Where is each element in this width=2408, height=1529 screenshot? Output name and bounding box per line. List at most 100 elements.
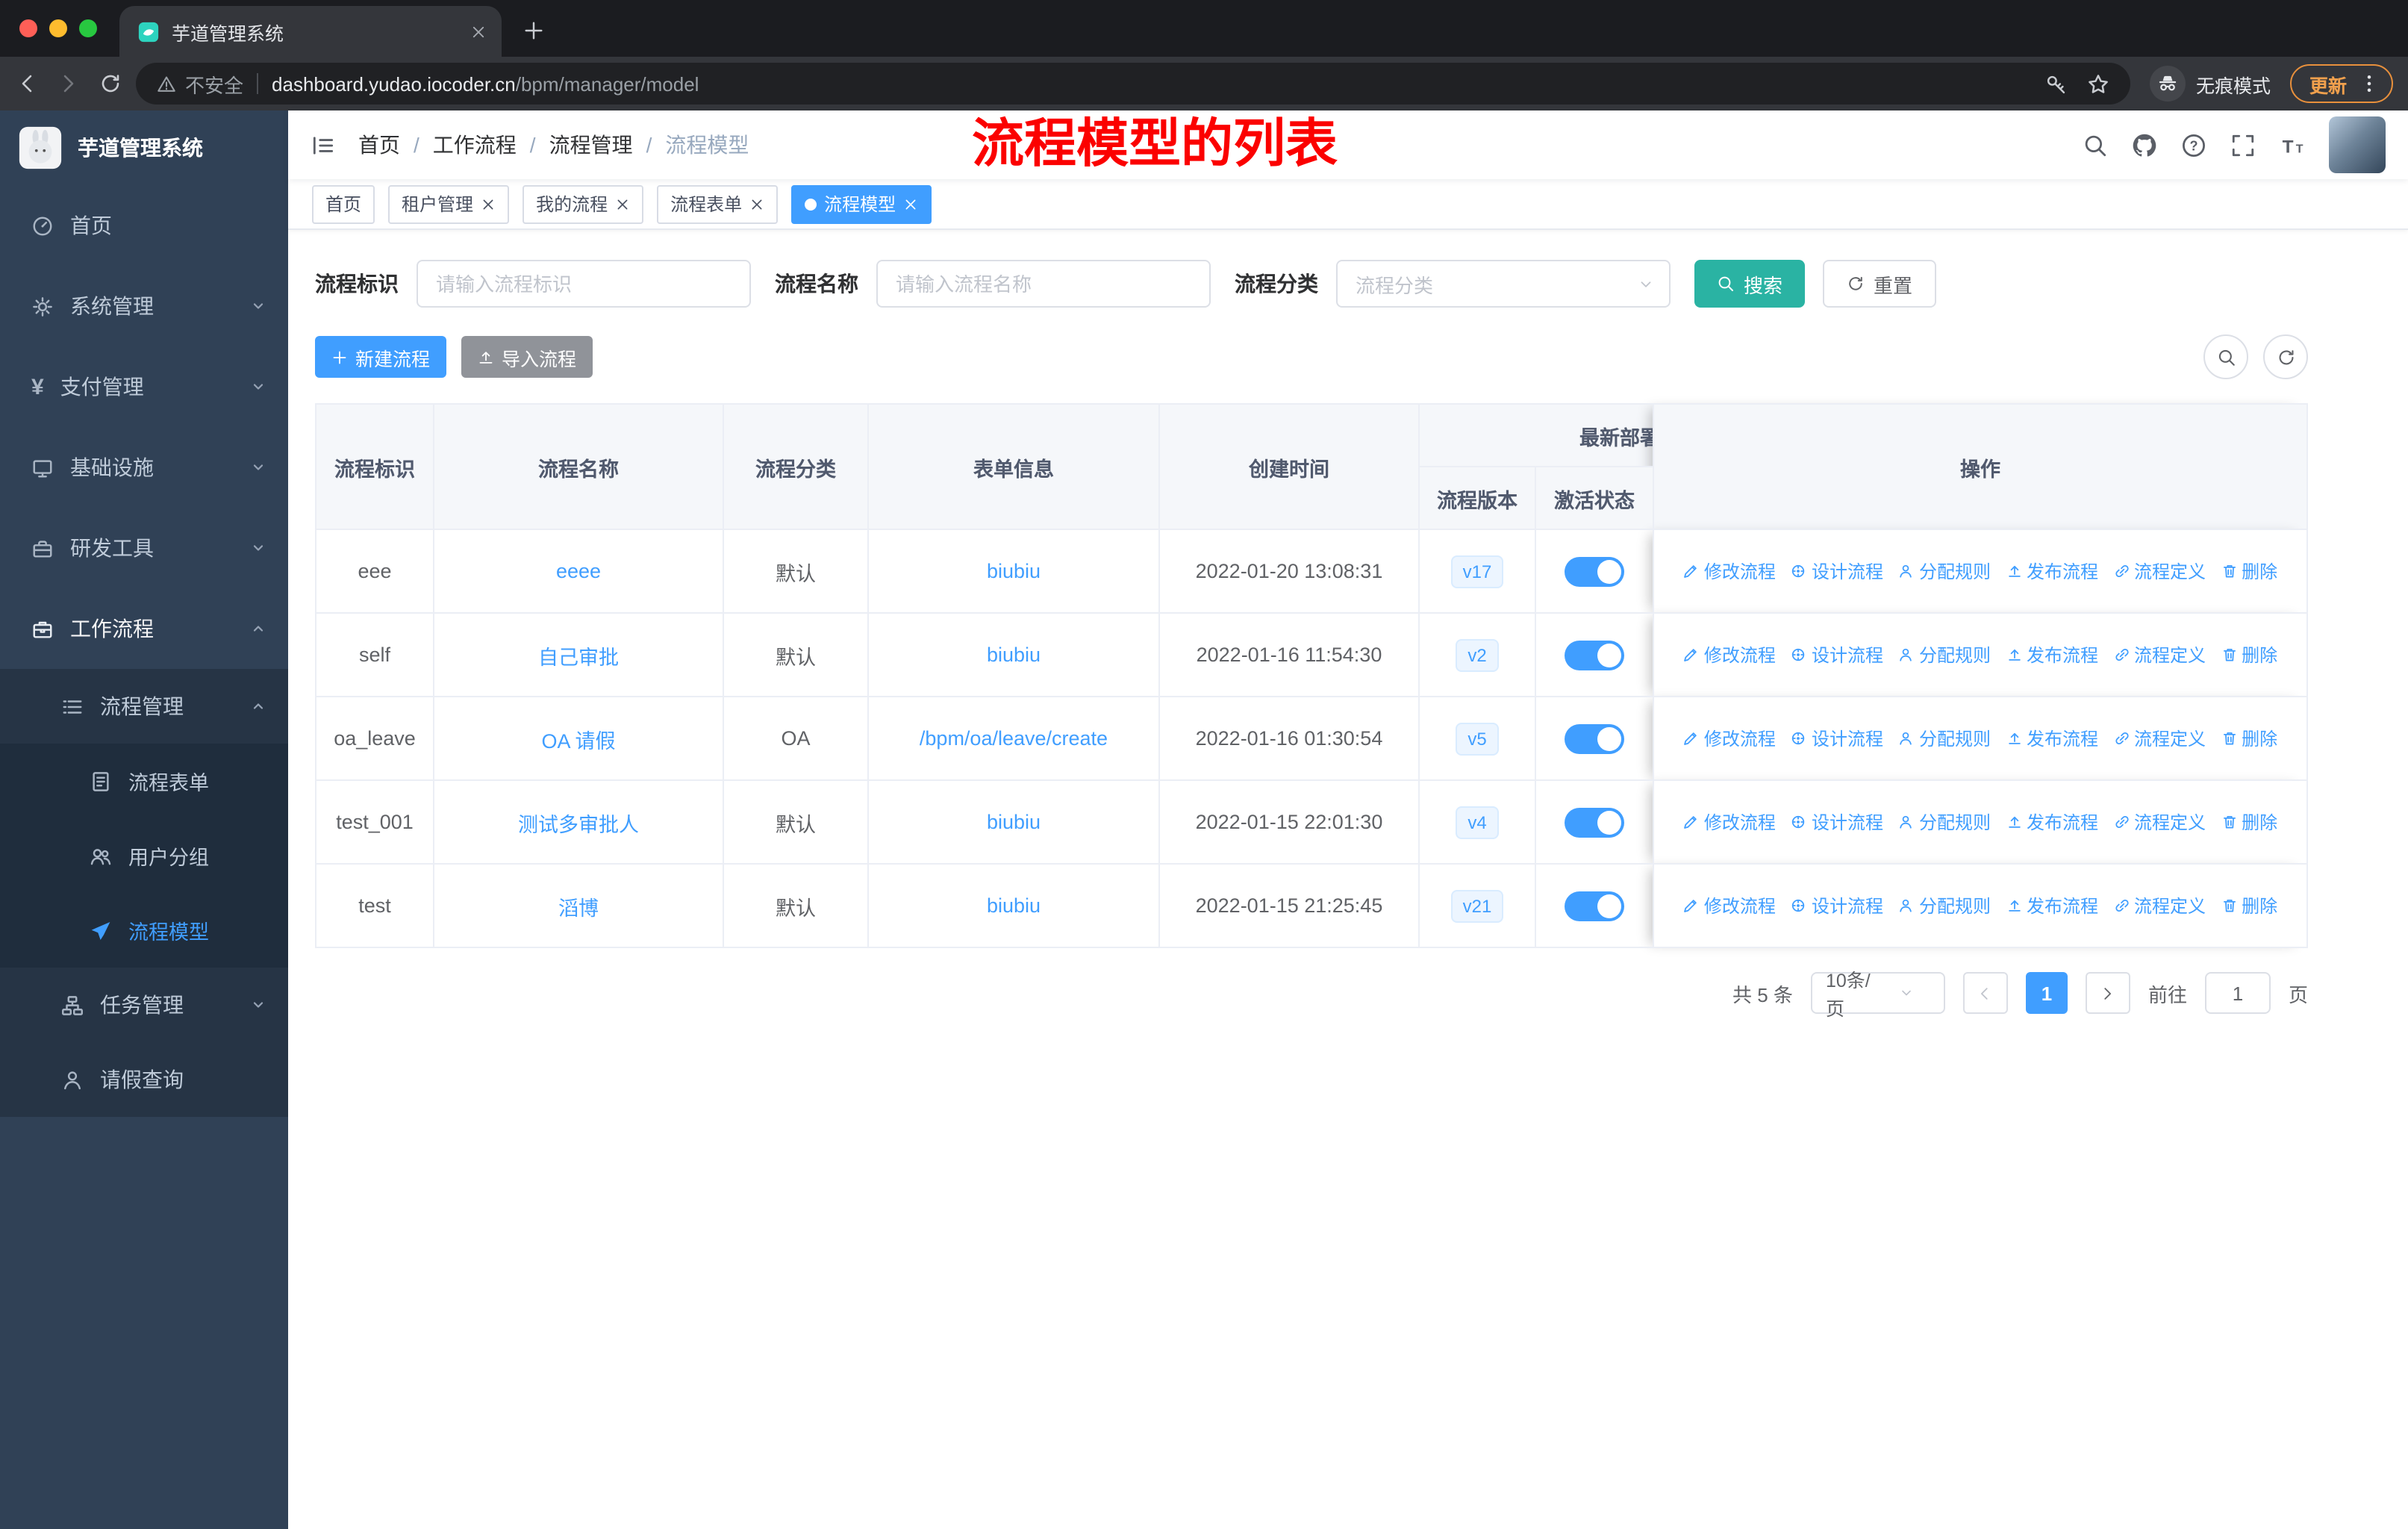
active-toggle[interactable]: [1565, 640, 1624, 670]
sidebar-item-user-group[interactable]: 用户分组: [0, 818, 288, 893]
search-button[interactable]: 搜索: [1694, 260, 1806, 308]
refresh-table-button[interactable]: [2263, 334, 2308, 379]
search-icon[interactable]: [2083, 132, 2108, 158]
form-link[interactable]: biubiu: [987, 811, 1041, 833]
close-icon[interactable]: [615, 196, 630, 211]
sidebar-item-process-form[interactable]: 流程表单: [0, 744, 288, 818]
sidebar-item-payment-admin[interactable]: ¥ 支付管理: [0, 346, 288, 427]
op-publish-link[interactable]: 发布流程: [2006, 558, 2098, 584]
op-edit-link[interactable]: 修改流程: [1683, 558, 1776, 584]
create-process-button[interactable]: 新建流程: [315, 336, 447, 378]
sidebar-item-system-admin[interactable]: 系统管理: [0, 266, 288, 346]
op-design-link[interactable]: 设计流程: [1791, 809, 1883, 835]
sidebar-logo[interactable]: 芋道管理系统: [0, 110, 288, 185]
sidebar-item-dev-tools[interactable]: 研发工具: [0, 508, 288, 588]
active-toggle[interactable]: [1565, 556, 1624, 586]
op-assign-rule-link[interactable]: 分配规则: [1898, 893, 1991, 918]
address-bar[interactable]: 不安全 dashboard.yudao.iocoder.cn/bpm/manag…: [136, 63, 2130, 105]
op-assign-rule-link[interactable]: 分配规则: [1898, 558, 1991, 584]
model-name-link[interactable]: 自己审批: [538, 646, 619, 668]
close-window-button[interactable]: [19, 19, 37, 37]
op-publish-link[interactable]: 发布流程: [2006, 726, 2098, 751]
browser-tab[interactable]: 芋道管理系统: [119, 6, 502, 57]
op-delete-link[interactable]: 删除: [2221, 809, 2277, 835]
sidebar-item-process-model[interactable]: 流程模型: [0, 893, 288, 968]
form-link[interactable]: biubiu: [987, 560, 1041, 582]
form-link[interactable]: biubiu: [987, 644, 1041, 666]
op-delete-link[interactable]: 删除: [2221, 893, 2277, 918]
op-publish-link[interactable]: 发布流程: [2006, 809, 2098, 835]
process-name-input[interactable]: [876, 260, 1211, 308]
maximize-window-button[interactable]: [79, 19, 97, 37]
reset-button[interactable]: 重置: [1823, 260, 1937, 308]
model-name-link[interactable]: OA 请假: [541, 729, 615, 752]
security-chip[interactable]: 不安全: [157, 69, 243, 98]
breadcrumb-item[interactable]: 首页: [358, 130, 400, 160]
help-icon[interactable]: ?: [2181, 132, 2206, 158]
op-assign-rule-link[interactable]: 分配规则: [1898, 809, 1991, 835]
sidebar-item-workflow[interactable]: 工作流程: [0, 588, 288, 669]
op-assign-rule-link[interactable]: 分配规则: [1898, 726, 1991, 751]
active-toggle[interactable]: [1565, 891, 1624, 921]
tab-close-icon[interactable]: [470, 23, 487, 40]
active-toggle[interactable]: [1565, 807, 1624, 837]
op-design-link[interactable]: 设计流程: [1791, 642, 1883, 667]
model-name-link[interactable]: 滔博: [558, 897, 599, 919]
prev-page-button[interactable]: [1962, 972, 2008, 1014]
op-design-link[interactable]: 设计流程: [1791, 726, 1883, 751]
browser-menu-icon[interactable]: [2359, 73, 2380, 94]
category-select[interactable]: 流程分类: [1336, 260, 1671, 308]
op-definition-link[interactable]: 流程定义: [2113, 642, 2206, 667]
op-definition-link[interactable]: 流程定义: [2113, 558, 2206, 584]
show-search-button[interactable]: [2203, 334, 2248, 379]
close-icon[interactable]: [903, 196, 918, 211]
breadcrumb-item[interactable]: 流程管理: [549, 130, 633, 160]
page-size-select[interactable]: 10条/页: [1810, 971, 1945, 1020]
fullscreen-icon[interactable]: [2230, 132, 2256, 158]
op-definition-link[interactable]: 流程定义: [2113, 893, 2206, 918]
close-icon[interactable]: [749, 196, 764, 211]
op-design-link[interactable]: 设计流程: [1791, 558, 1883, 584]
model-name-link[interactable]: 测试多审批人: [518, 813, 639, 835]
op-publish-link[interactable]: 发布流程: [2006, 642, 2098, 667]
form-link[interactable]: biubiu: [987, 894, 1041, 917]
op-edit-link[interactable]: 修改流程: [1683, 642, 1776, 667]
tab-tag-tenant-admin[interactable]: 租户管理: [388, 184, 510, 223]
avatar[interactable]: [2329, 116, 2386, 173]
form-link[interactable]: /bpm/oa/leave/create: [920, 727, 1108, 750]
tab-tag-home[interactable]: 首页: [312, 184, 375, 223]
tab-tag-process-form[interactable]: 流程表单: [657, 184, 779, 223]
sidebar-item-infrastructure[interactable]: 基础设施: [0, 427, 288, 508]
process-key-input[interactable]: [417, 260, 751, 308]
hamburger-icon[interactable]: [311, 132, 336, 158]
font-size-icon[interactable]: TT: [2280, 132, 2305, 158]
goto-page-input[interactable]: [2204, 972, 2271, 1014]
active-toggle[interactable]: [1565, 723, 1624, 753]
sidebar-item-leave-query[interactable]: 请假查询: [0, 1042, 288, 1117]
op-edit-link[interactable]: 修改流程: [1683, 893, 1776, 918]
new-tab-button[interactable]: [511, 7, 555, 52]
sidebar-item-home[interactable]: 首页: [0, 185, 288, 266]
close-icon[interactable]: [481, 196, 496, 211]
op-delete-link[interactable]: 删除: [2221, 642, 2277, 667]
op-delete-link[interactable]: 删除: [2221, 726, 2277, 751]
reload-button[interactable]: [99, 72, 122, 96]
current-page-button[interactable]: 1: [2025, 972, 2068, 1014]
key-icon[interactable]: [2045, 72, 2068, 95]
op-definition-link[interactable]: 流程定义: [2113, 726, 2206, 751]
tab-tag-my-process[interactable]: 我的流程: [523, 184, 644, 223]
tab-tag-process-model[interactable]: 流程模型: [791, 184, 932, 223]
star-icon[interactable]: [2087, 72, 2109, 95]
github-icon[interactable]: [2132, 132, 2157, 158]
import-process-button[interactable]: 导入流程: [461, 336, 593, 378]
minimize-window-button[interactable]: [49, 19, 67, 37]
op-publish-link[interactable]: 发布流程: [2006, 893, 2098, 918]
forward-button[interactable]: [57, 72, 81, 96]
back-button[interactable]: [15, 72, 39, 96]
breadcrumb-item[interactable]: 工作流程: [433, 130, 517, 160]
op-delete-link[interactable]: 删除: [2221, 558, 2277, 584]
op-edit-link[interactable]: 修改流程: [1683, 809, 1776, 835]
op-design-link[interactable]: 设计流程: [1791, 893, 1883, 918]
update-chip[interactable]: 更新: [2289, 64, 2393, 103]
op-edit-link[interactable]: 修改流程: [1683, 726, 1776, 751]
